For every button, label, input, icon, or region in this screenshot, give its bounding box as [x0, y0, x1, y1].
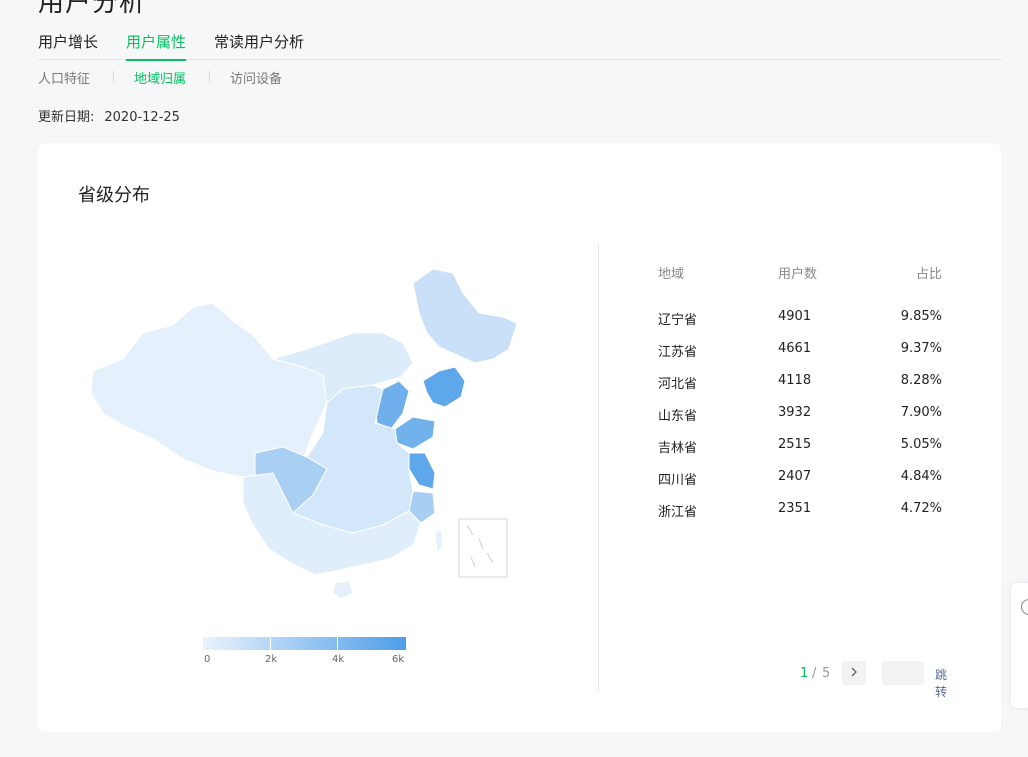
china-province-map	[83, 263, 523, 613]
table-row: 浙江省 2351 4.72%	[658, 501, 942, 521]
tab-user-growth[interactable]: 用户增长	[38, 32, 98, 60]
cell-users: 4901	[778, 309, 812, 324]
subtab-divider	[113, 71, 114, 83]
page-title: 用户分析	[38, 0, 147, 18]
table-row: 河北省 4118 8.28%	[658, 373, 942, 393]
cell-region: 吉林省	[658, 441, 698, 456]
cell-ratio: 9.85%	[900, 309, 942, 324]
map-region-liaoning[interactable]	[422, 366, 466, 408]
map-svg	[90, 268, 518, 600]
cell-users: 2515	[778, 437, 812, 452]
page-separator: /	[812, 666, 817, 681]
cell-region: 江苏省	[658, 345, 698, 360]
map-region-hainan[interactable]	[332, 580, 354, 600]
legend-tick	[270, 637, 271, 650]
subtab-region[interactable]: 地域归属	[134, 68, 186, 87]
subtab-demographics[interactable]: 人口特征	[38, 68, 90, 87]
map-region-jiangsu[interactable]	[408, 452, 436, 490]
legend-label: 6k	[392, 654, 405, 665]
cell-ratio: 4.72%	[900, 501, 942, 516]
table-header-region: 地域	[658, 267, 685, 282]
color-scale-legend: 0 2k 4k 6k	[203, 637, 406, 668]
legend-tick	[337, 637, 338, 650]
table-row: 四川省 2407 4.84%	[658, 469, 942, 489]
table-header-users: 用户数	[778, 267, 818, 282]
legend-label: 4k	[332, 654, 345, 665]
cell-ratio: 5.05%	[900, 437, 942, 452]
legend-label: 0	[204, 654, 211, 665]
table-row: 山东省 3932 7.90%	[658, 405, 942, 425]
cell-region: 四川省	[658, 473, 698, 488]
map-region-taiwan[interactable]	[434, 528, 444, 555]
map-region-shandong[interactable]	[394, 416, 436, 450]
cell-region: 山东省	[658, 409, 698, 424]
south-china-sea-islands	[466, 524, 494, 568]
page-total: 5	[822, 666, 831, 681]
cell-users: 4661	[778, 341, 812, 356]
cell-region: 河北省	[658, 377, 698, 392]
chevron-right-icon	[851, 667, 857, 677]
update-date: 更新日期: 2020-12-25	[38, 106, 180, 125]
cell-ratio: 4.84%	[900, 469, 942, 484]
cell-region: 浙江省	[658, 505, 698, 520]
cell-users: 2351	[778, 501, 812, 516]
subtab-devices[interactable]: 访问设备	[230, 68, 282, 87]
cell-users: 3932	[778, 405, 812, 420]
cell-users: 2407	[778, 469, 812, 484]
subtab-divider	[209, 71, 210, 83]
primary-tabs: 用户增长 用户属性 常读用户分析	[38, 32, 1002, 61]
vertical-divider	[598, 243, 599, 692]
table-header-ratio: 占比	[915, 267, 942, 282]
table-row: 江苏省 4661 9.37%	[658, 341, 942, 361]
legend-labels: 0 2k 4k 6k	[203, 654, 406, 668]
update-date-label: 更新日期:	[38, 110, 95, 125]
table-row: 辽宁省 4901 9.85%	[658, 309, 942, 329]
page-jump-button[interactable]: 跳转	[935, 666, 947, 700]
legend-gradient-bar	[203, 637, 406, 650]
tab-user-attributes[interactable]: 用户属性	[126, 32, 187, 61]
cell-ratio: 7.90%	[900, 405, 942, 420]
cell-users: 4118	[778, 373, 812, 388]
table-row: 吉林省 2515 5.05%	[658, 437, 942, 457]
cell-region: 辽宁省	[658, 313, 698, 328]
map-region-northeast[interactable]	[412, 268, 518, 364]
floating-side-widget[interactable]	[1011, 583, 1028, 708]
tab-frequent-readers[interactable]: 常读用户分析	[214, 32, 304, 60]
help-icon[interactable]	[1021, 599, 1028, 615]
update-date-value: 2020-12-25	[104, 110, 180, 125]
legend-label: 2k	[265, 654, 278, 665]
cell-ratio: 9.37%	[900, 341, 942, 356]
next-page-button[interactable]	[842, 661, 866, 685]
province-distribution-card: 省级分布 0 2k 4k 6k 地域 用户数 占比 辽宁省 4901 9.85%…	[38, 143, 1001, 732]
card-title: 省级分布	[78, 185, 150, 206]
page-current: 1	[800, 666, 809, 681]
cell-ratio: 8.28%	[900, 373, 942, 388]
page-jump-input[interactable]	[882, 661, 924, 685]
